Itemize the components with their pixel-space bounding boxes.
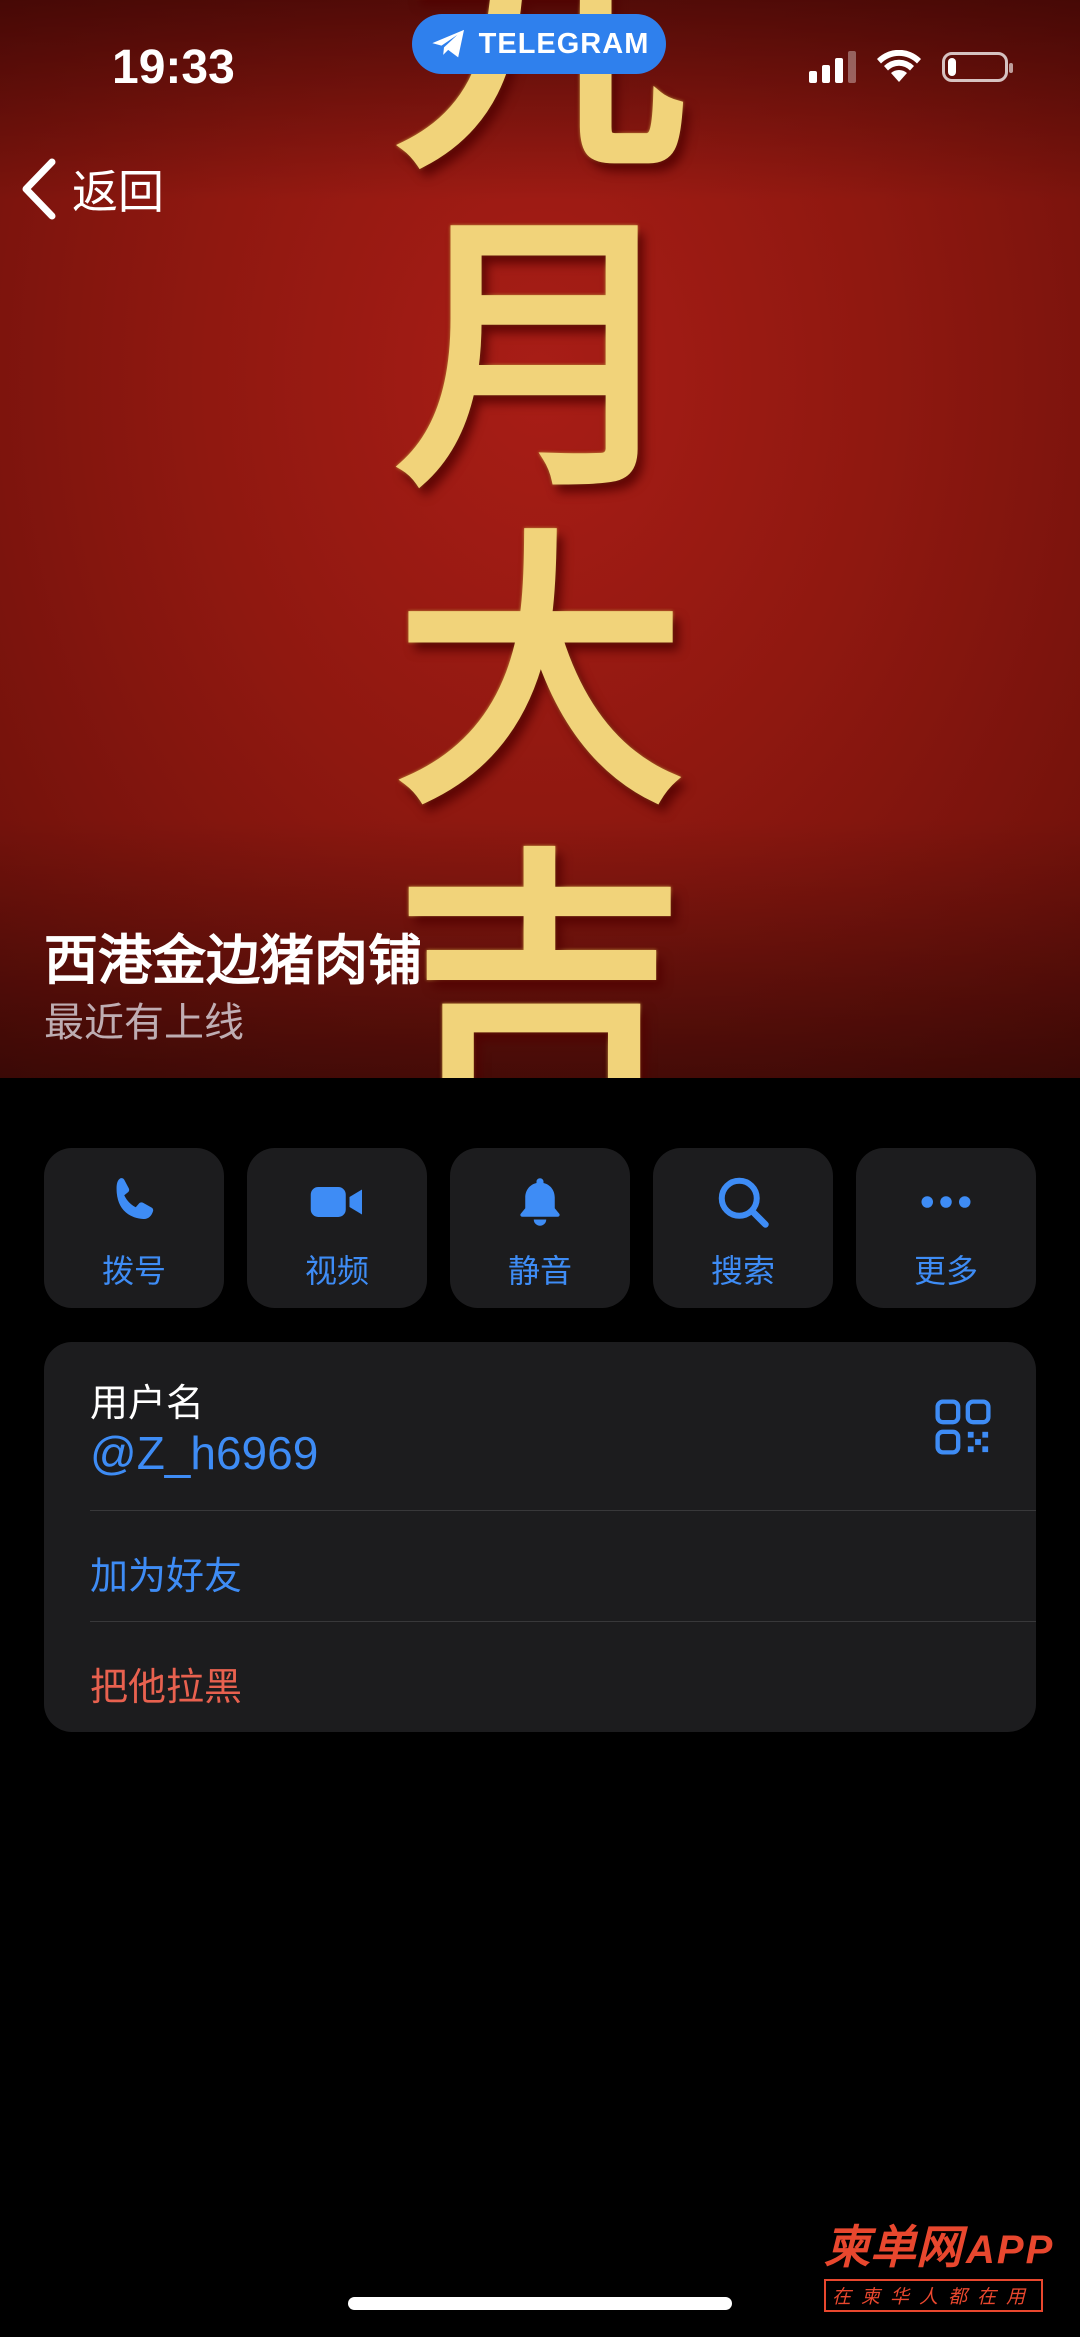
- search-icon: [718, 1177, 769, 1228]
- status-time: 19:33: [112, 41, 235, 94]
- cellular-signal-icon: [809, 51, 856, 83]
- mute-button[interactable]: 静音: [450, 1148, 630, 1308]
- username-label: 用户名: [90, 1381, 205, 1425]
- info-card: 用户名 @Z_h6969 加为好友 把他拉黑: [44, 1342, 1036, 1732]
- battery-icon: [942, 52, 1013, 82]
- profile-screen: 九 月 大 吉 19:33 TELEGRAM 返回 西港金边猪肉铺 最近有上线 …: [0, 0, 1080, 2337]
- search-button[interactable]: 搜索: [653, 1148, 833, 1308]
- video-camera-icon: [310, 1187, 362, 1217]
- watermark-brand-en: APP: [966, 2228, 1055, 2272]
- username-row[interactable]: 用户名 @Z_h6969: [44, 1342, 1036, 1510]
- add-friend-row[interactable]: 加为好友: [44, 1511, 1036, 1621]
- action-buttons: 拨号 视频 静音 搜索 更多: [44, 1148, 1036, 1308]
- back-label: 返回: [72, 165, 164, 219]
- status-icons: [809, 50, 1013, 84]
- block-user-row[interactable]: 把他拉黑: [44, 1622, 1036, 1732]
- last-seen-status: 最近有上线: [44, 1000, 244, 1046]
- wifi-icon: [877, 50, 921, 82]
- watermark-logo: 柬单网 APP 在柬华人都在用: [824, 2211, 1074, 2312]
- back-button[interactable]: 返回: [20, 156, 164, 222]
- telegram-pill-label: TELEGRAM: [478, 27, 650, 60]
- username-value[interactable]: @Z_h6969: [90, 1426, 318, 1480]
- add-friend-label: 加为好友: [90, 1554, 243, 1598]
- qr-code-icon[interactable]: [934, 1398, 992, 1456]
- call-label: 拨号: [101, 1252, 166, 1290]
- bell-icon: [520, 1178, 560, 1226]
- telegram-pill[interactable]: TELEGRAM: [412, 14, 666, 74]
- search-label: 搜索: [710, 1252, 775, 1290]
- profile-name: 西港金边猪肉铺: [44, 929, 422, 992]
- video-label: 视频: [304, 1252, 369, 1290]
- watermark-brand: 柬单网: [824, 2220, 962, 2274]
- watermark-tagline: 在柬华人都在用: [824, 2279, 1044, 2312]
- phone-icon: [116, 1178, 154, 1220]
- paper-plane-icon: [431, 29, 464, 58]
- more-dots-icon: [921, 1196, 971, 1208]
- chevron-left-icon: [22, 158, 56, 220]
- video-button[interactable]: 视频: [247, 1148, 427, 1308]
- home-indicator[interactable]: [348, 2297, 732, 2310]
- more-label: 更多: [913, 1252, 978, 1290]
- block-user-label: 把他拉黑: [90, 1665, 243, 1709]
- mute-label: 静音: [507, 1252, 572, 1290]
- call-button[interactable]: 拨号: [44, 1148, 224, 1308]
- more-button[interactable]: 更多: [856, 1148, 1036, 1308]
